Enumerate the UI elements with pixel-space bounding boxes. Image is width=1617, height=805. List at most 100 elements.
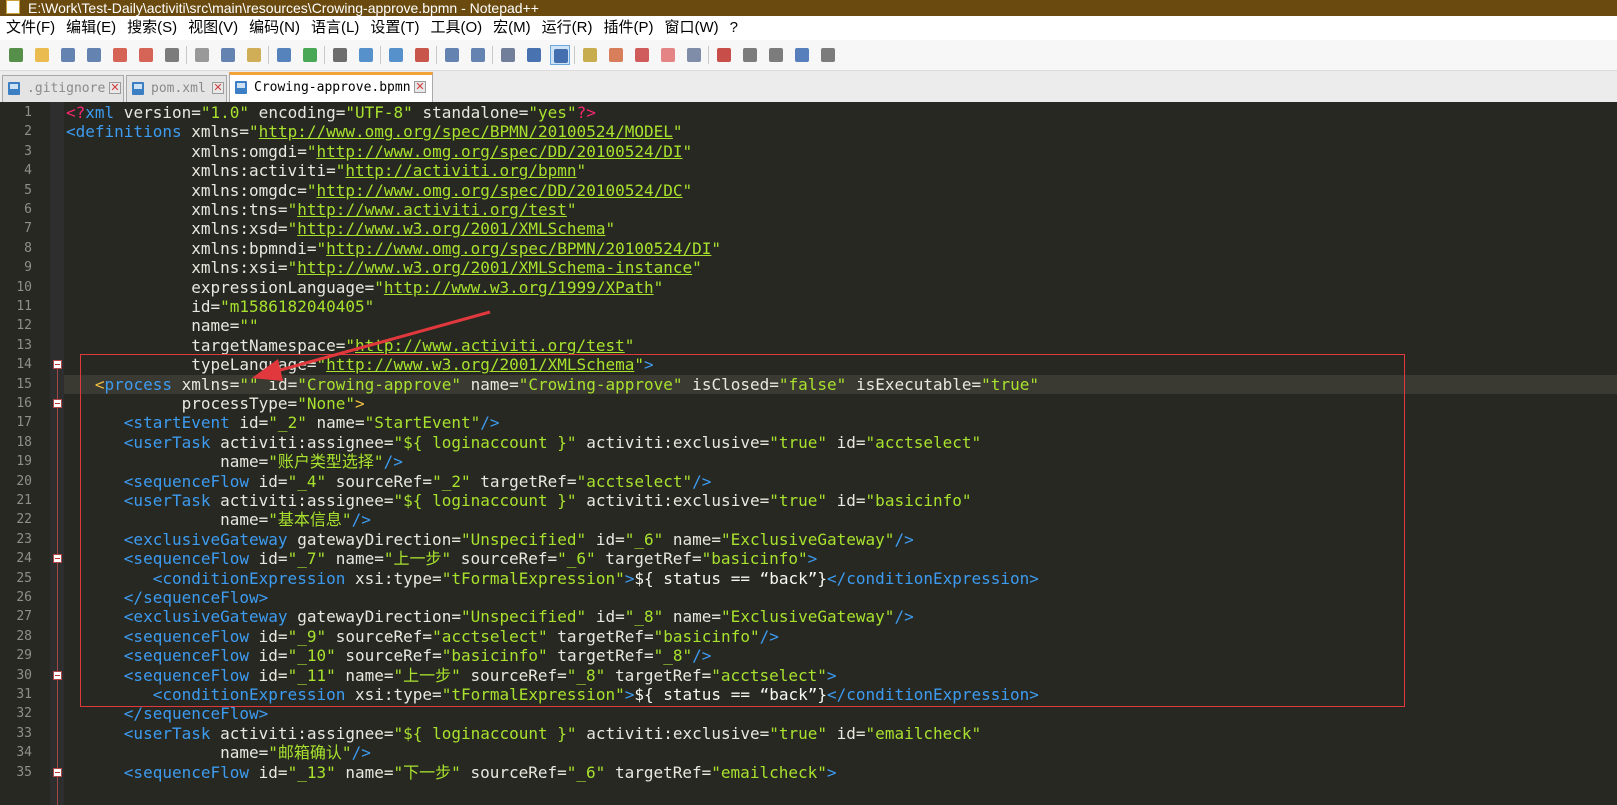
line-number: 13	[16, 337, 32, 353]
close-tab-icon[interactable]: ✕	[212, 82, 224, 94]
code-link[interactable]: http://www.omg.org/spec/BPMN/20100524/DI	[326, 239, 711, 258]
code-token: "UTF-8"	[345, 103, 413, 122]
close-tab-icon[interactable]: ✕	[109, 82, 121, 94]
line-number: 24	[16, 551, 32, 567]
code-link[interactable]: http://www.omg.org/spec/DD/20100524/DI	[316, 142, 682, 161]
code-line[interactable]: xmlns:omgdc= "http://www.omg.org/spec/DD/…	[66, 181, 692, 200]
copy-icon[interactable]	[218, 45, 238, 65]
code-token: xmlns:omgdc=	[66, 180, 307, 200]
print-icon[interactable]	[162, 45, 182, 65]
code-token: >	[826, 762, 837, 782]
indent-guide-icon-glyph	[554, 49, 568, 63]
code-line[interactable]: id="m1586182040405"	[66, 297, 374, 316]
doc-map-icon[interactable]	[606, 45, 626, 65]
record-macro-icon[interactable]	[714, 45, 734, 65]
menu-item[interactable]: 窗口(W)	[658, 16, 723, 40]
monitoring-icon[interactable]	[684, 45, 704, 65]
undo-icon[interactable]	[274, 45, 294, 65]
code-link[interactable]: http://www.omg.org/spec/DD/20100524/DC	[316, 181, 682, 200]
fold-toggle-icon[interactable]	[53, 767, 62, 777]
show-all-characters-icon[interactable]	[524, 45, 544, 65]
code-token: <userTask	[66, 723, 211, 743]
menu-item[interactable]: 文件(F)	[0, 16, 60, 40]
save-icon[interactable]	[58, 45, 78, 65]
line-number: 11	[16, 299, 32, 314]
code-token: "	[287, 258, 298, 278]
code-link[interactable]: http://activiti.org/bpmn	[345, 161, 576, 180]
code-link[interactable]: http://www.activiti.org/test	[297, 200, 567, 219]
code-line[interactable]: <?xml version="1.0" encoding="UTF-8" sta…	[66, 103, 596, 122]
find-icon[interactable]	[330, 45, 350, 65]
code-line[interactable]: xmlns:xsi="http://www.w3.org/2001/XMLSch…	[66, 258, 702, 277]
sync-horizontal-icon[interactable]	[468, 45, 488, 65]
code-line[interactable]: targetNamespace="http://www.activiti.org…	[66, 336, 634, 355]
code-line[interactable]: name=""	[66, 316, 258, 335]
fold-toggle-icon[interactable]	[53, 399, 62, 408]
menu-item[interactable]: 插件(P)	[597, 16, 658, 40]
save-macro-icon[interactable]	[818, 45, 838, 65]
fold-toggle-icon[interactable]	[53, 554, 62, 564]
menu-item[interactable]: 编码(N)	[243, 16, 305, 40]
function-list-icon[interactable]	[632, 45, 652, 65]
menu-item[interactable]: 搜索(S)	[121, 16, 182, 40]
redo-icon[interactable]	[300, 45, 320, 65]
menu-item[interactable]: 语言(L)	[305, 16, 364, 40]
code-token: targetRef=	[605, 762, 712, 782]
menu-item[interactable]: 工具(O)	[424, 16, 487, 40]
cut-icon[interactable]	[192, 45, 212, 65]
menu-item[interactable]: 视图(V)	[182, 16, 243, 40]
save-all-icon[interactable]	[84, 45, 104, 65]
line-number: 18	[16, 434, 32, 450]
line-number: 1	[24, 105, 32, 120]
code-line[interactable]: <definitions xmlns="http://www.omg.org/s…	[66, 122, 683, 141]
fold-toggle-icon[interactable]	[53, 360, 62, 370]
code-token: "	[316, 238, 327, 258]
menu-item[interactable]: 设置(T)	[364, 16, 424, 40]
replace-icon[interactable]	[356, 45, 376, 65]
menu-item[interactable]: 编辑(E)	[60, 16, 121, 40]
show-all-characters-icon-glyph	[527, 48, 541, 62]
code-link[interactable]: http://www.w3.org/1999/XPath	[384, 278, 654, 297]
code-link[interactable]: http://www.omg.org/spec/BPMN/20100524/MO…	[259, 122, 673, 141]
code-editor[interactable]: 1 2 3 4 5 6 7 8 9 10 11 12 13 14 15 16 17 18 19 20 21 22 23 24 2…	[0, 102, 1617, 805]
code-link[interactable]: http://www.activiti.org/test	[355, 336, 625, 355]
code-token: "	[605, 219, 616, 239]
menu-item[interactable]: 宏(M)	[487, 16, 536, 40]
paste-icon[interactable]	[244, 45, 264, 65]
zoom-out-icon[interactable]	[412, 45, 432, 65]
run-macro-multiple-icon[interactable]	[792, 45, 812, 65]
close-all-icon[interactable]	[136, 45, 156, 65]
code-line[interactable]: xmlns:bpmndi="http://www.omg.org/spec/BP…	[66, 239, 721, 258]
save-icon-glyph	[61, 48, 75, 62]
code-link[interactable]: http://www.w3.org/2001/XMLSchema	[297, 219, 605, 238]
indent-guide-icon[interactable]	[550, 45, 570, 65]
sync-vertical-icon[interactable]	[442, 45, 462, 65]
menu-item[interactable]: 运行(R)	[536, 16, 598, 40]
code-line[interactable]: xmlns:activiti="http://activiti.org/bpmn…	[66, 161, 586, 180]
code-line[interactable]: xmlns:omgdi= "http://www.omg.org/spec/DD/…	[66, 142, 692, 161]
zoom-in-icon[interactable]	[386, 45, 406, 65]
code-line[interactable]: </sequenceFlow>	[66, 704, 269, 723]
play-macro-icon[interactable]	[766, 45, 786, 65]
close-tab-icon[interactable]: ✕	[414, 81, 426, 93]
stop-macro-icon[interactable]	[740, 45, 760, 65]
fold-toggle-icon[interactable]	[53, 670, 62, 680]
code-line[interactable]: name="邮箱确认"/>	[66, 743, 371, 762]
code-line[interactable]: xmlns:tns="http://www.activiti.org/test"	[66, 200, 576, 219]
tab-pom-xml[interactable]: pom.xml ✕	[126, 75, 227, 102]
code-line[interactable]: <sequenceFlow id="_13" name="下一步" source…	[66, 763, 837, 782]
code-line[interactable]: xmlns:xsd="http://www.w3.org/2001/XMLSch…	[66, 219, 615, 238]
code-line[interactable]: <userTask activiti:assignee="${ loginacc…	[66, 724, 981, 743]
code-link[interactable]: http://www.w3.org/2001/XMLSchema-instanc…	[297, 258, 692, 277]
file-saved-icon	[132, 82, 144, 95]
user-language-icon[interactable]	[580, 45, 600, 65]
folder-workspace-icon[interactable]	[658, 45, 678, 65]
code-line[interactable]: expressionLanguage="http://www.w3.org/19…	[66, 278, 663, 297]
new-file-icon[interactable]	[6, 45, 26, 65]
tab-gitignore[interactable]: .gitignore ✕	[2, 75, 124, 102]
open-file-icon[interactable]	[32, 45, 52, 65]
close-icon[interactable]	[110, 45, 130, 65]
menu-item[interactable]: ?	[724, 16, 743, 40]
tab-crowing-approve-bpmn[interactable]: Crowing-approve.bpmn ✕	[229, 72, 433, 102]
word-wrap-icon[interactable]	[498, 45, 518, 65]
